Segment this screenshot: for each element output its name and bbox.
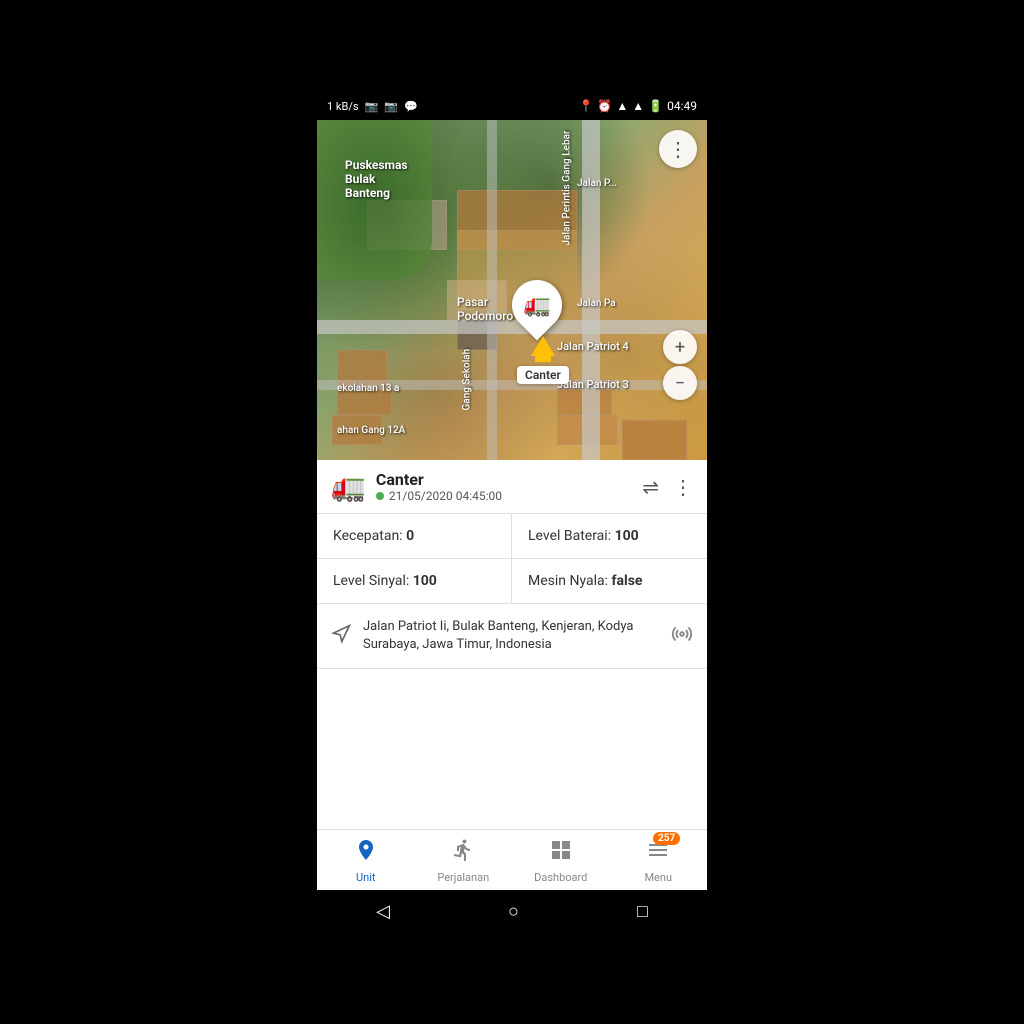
zoom-in-button[interactable]: + — [663, 330, 697, 364]
nav-item-perjalanan[interactable]: Perjalanan — [428, 838, 498, 884]
camera-icon: 📷 — [384, 100, 398, 113]
stat-baterai: Level Baterai: 100 — [512, 514, 707, 559]
vehicle-name: Canter — [376, 470, 642, 489]
vehicle-time: 21/05/2020 04:45:00 — [376, 489, 642, 503]
wifi-icon: ▲ — [616, 99, 628, 113]
sinyal-label: Level Sinyal: — [333, 573, 413, 589]
stats-grid: Kecepatan: 0 Level Baterai: 100 Level Si… — [317, 514, 707, 604]
time-display: 04:49 — [667, 99, 697, 113]
sinyal-value: 100 — [413, 573, 437, 589]
map-controls: + − — [663, 330, 697, 400]
vehicle-timestamp: 21/05/2020 04:45:00 — [389, 489, 502, 503]
nav-item-menu[interactable]: 257 Menu — [623, 838, 693, 884]
broadcast-icon[interactable] — [671, 623, 693, 649]
map-label-perintis: Jalan Perintis Gang Lebar — [562, 131, 573, 246]
menu-label: Menu — [644, 871, 672, 884]
map-label-jalan-p: Jalan P... — [577, 178, 617, 189]
road-vertical-main — [582, 120, 600, 460]
address-text: Jalan Patriot Ii, Bulak Banteng, Kenjera… — [363, 618, 659, 654]
navigation-icon — [331, 624, 351, 649]
map-label-jalan-pa: Jalan Pa — [577, 298, 616, 309]
speed-indicator: 1 kB/s — [327, 100, 359, 113]
location-icon: 📍 — [578, 99, 593, 113]
nav-arrow-up — [531, 336, 555, 356]
status-bar: 1 kB/s 📷 📷 💬 📍 ⏰ ▲ ▲ 🔋 04:49 — [317, 92, 707, 120]
map-label-gang12a: ahan Gang 12A — [337, 425, 405, 436]
map-menu-button[interactable]: ⋮ — [659, 130, 697, 168]
perjalanan-label: Perjalanan — [437, 871, 489, 884]
map-area[interactable]: PuskesmasBulakBanteng PasarPodomoro Jala… — [317, 120, 707, 460]
stat-mesin: Mesin Nyala: false — [512, 559, 707, 603]
signal-icon: ▲ — [632, 99, 644, 113]
bottom-nav: Unit Perjalanan Dashboard — [317, 829, 707, 890]
kecepatan-value: 0 — [406, 528, 414, 544]
nav-item-dashboard[interactable]: Dashboard — [526, 838, 596, 884]
status-bar-right: 📍 ⏰ ▲ ▲ 🔋 04:49 — [578, 99, 697, 113]
nav-marker[interactable]: Canter — [517, 336, 569, 384]
dashboard-icon — [549, 838, 573, 868]
zoom-out-button[interactable]: − — [663, 366, 697, 400]
truck-bubble: 🚛 — [502, 270, 573, 341]
vehicle-actions: ⇌ ⋮ — [642, 475, 693, 499]
map-label-sekolah: Gang Sekolah — [462, 349, 473, 411]
vehicle-icon: 🚛 — [331, 470, 366, 503]
building-11 — [622, 420, 687, 460]
status-bar-left: 1 kB/s 📷 📷 💬 — [327, 100, 418, 113]
address-row: Jalan Patriot Ii, Bulak Banteng, Kenjera… — [317, 604, 707, 669]
vehicle-info: Canter 21/05/2020 04:45:00 — [376, 470, 642, 503]
truck-marker[interactable]: 🚛 — [512, 280, 562, 330]
whatsapp-icon: 💬 — [404, 100, 418, 113]
back-button[interactable]: ◁ — [376, 901, 390, 922]
nav-item-unit[interactable]: Unit — [331, 838, 401, 884]
green-area — [317, 120, 432, 280]
menu-badge: 257 — [653, 832, 680, 845]
vehicle-card: 🚛 Canter 21/05/2020 04:45:00 ⇌ ⋮ — [317, 460, 707, 514]
android-nav-bar: ◁ ○ □ — [317, 890, 707, 932]
route-icon[interactable]: ⇌ — [642, 475, 659, 499]
nav-label: Canter — [517, 366, 569, 384]
online-indicator — [376, 492, 384, 500]
mesin-value: false — [612, 573, 643, 589]
battery-icon: 🔋 — [648, 99, 663, 113]
baterai-label: Level Baterai: — [528, 528, 615, 544]
unit-label: Unit — [356, 871, 375, 884]
stat-kecepatan: Kecepatan: 0 — [317, 514, 512, 559]
dashboard-label: Dashboard — [534, 871, 587, 884]
stat-sinyal: Level Sinyal: 100 — [317, 559, 512, 603]
alarm-icon: ⏰ — [597, 99, 612, 113]
road-vertical-2 — [487, 120, 497, 460]
menu-icon — [646, 843, 670, 868]
kecepatan-label: Kecepatan: — [333, 528, 406, 544]
unit-icon — [354, 838, 378, 868]
map-label-pasar: PasarPodomoro — [457, 295, 513, 323]
more-options-icon[interactable]: ⋮ — [673, 475, 693, 499]
map-label-puskesmas: PuskesmasBulakBanteng — [345, 158, 408, 200]
phone-screen: 1 kB/s 📷 📷 💬 📍 ⏰ ▲ ▲ 🔋 04:49 — [317, 92, 707, 932]
home-button[interactable]: ○ — [508, 901, 519, 922]
nav-arrow-body — [535, 356, 551, 362]
map-label-sekolahan: ekolahan 13 a — [337, 383, 399, 394]
instagram-icon: 📷 — [365, 100, 379, 113]
truck-icon: 🚛 — [523, 293, 550, 318]
mesin-label: Mesin Nyala: — [528, 573, 612, 589]
recent-button[interactable]: □ — [637, 901, 648, 922]
perjalanan-icon — [451, 838, 475, 868]
baterai-value: 100 — [615, 528, 639, 544]
